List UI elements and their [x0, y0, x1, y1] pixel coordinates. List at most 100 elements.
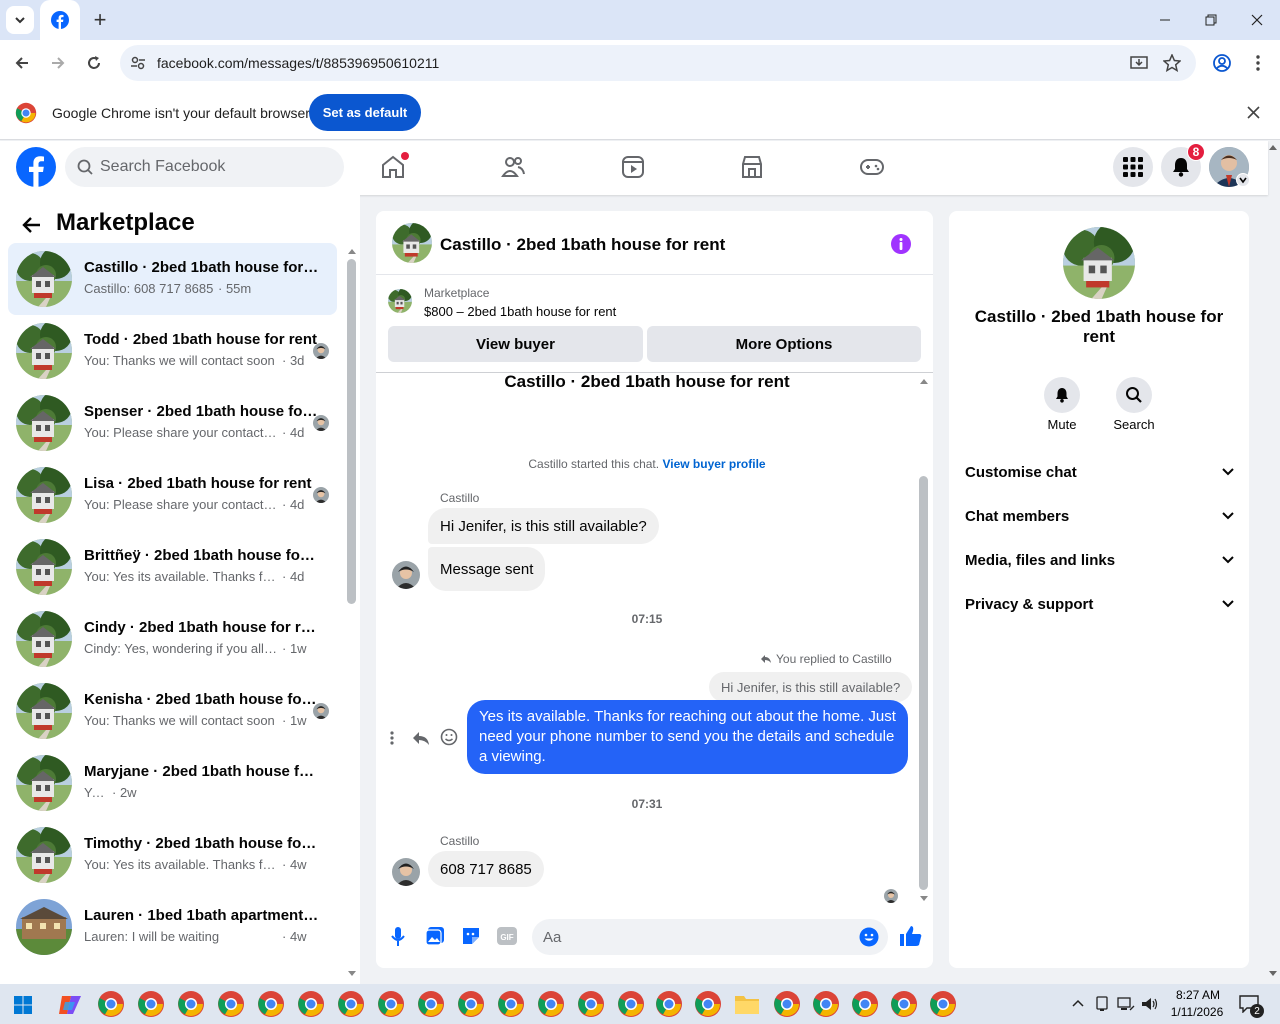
message-bubble[interactable]: Hi Jenifer, is this still available?	[428, 508, 659, 544]
chrome-taskbar-icon[interactable]	[890, 990, 918, 1018]
back-button[interactable]	[9, 50, 35, 76]
file-explorer-icon[interactable]	[734, 992, 760, 1016]
view-buyer-profile-link[interactable]: View buyer profile	[662, 457, 765, 471]
message-more-icon[interactable]	[388, 730, 396, 746]
chrome-taskbar-icon[interactable]	[537, 990, 565, 1018]
chrome-taskbar-icon[interactable]	[617, 990, 645, 1018]
chrome-taskbar-icon[interactable]	[577, 990, 605, 1018]
set-as-default-button[interactable]: Set as default	[309, 94, 421, 131]
friends-nav-icon[interactable]	[495, 151, 531, 183]
conversation-item[interactable]: Cindy · 2bed 1bath house for rent Cindy: …	[8, 603, 337, 675]
like-thumb-icon[interactable]	[899, 924, 923, 948]
page-scroll-up-icon[interactable]	[1268, 143, 1278, 151]
chat-scroll-down-icon[interactable]	[919, 895, 929, 903]
site-settings-icon[interactable]	[130, 55, 146, 71]
view-buyer-button[interactable]: View buyer	[388, 326, 643, 362]
video-nav-icon[interactable]	[615, 151, 651, 183]
sticker-icon[interactable]	[461, 926, 481, 946]
conversation-item[interactable]: Kenisha · 2bed 1bath house for rent You: …	[8, 675, 337, 747]
facebook-search-input[interactable]: Search Facebook	[65, 147, 344, 187]
page-scroll-down-icon[interactable]	[1268, 970, 1278, 978]
chat-title[interactable]: Castillo · 2bed 1bath house for rent	[440, 235, 725, 255]
customise-chat-section[interactable]: Customise chat	[965, 464, 1235, 488]
chrome-taskbar-icon[interactable]	[257, 990, 285, 1018]
message-bubble[interactable]: 608 717 8685	[428, 851, 544, 887]
new-tab-button[interactable]: +	[88, 7, 112, 32]
bookmark-star-icon[interactable]	[1163, 54, 1181, 72]
device-icon[interactable]	[1095, 996, 1109, 1012]
chrome-taskbar-icon[interactable]	[297, 990, 325, 1018]
clock-time[interactable]: 8:27 AM	[1170, 988, 1226, 1002]
windows-start-icon[interactable]	[14, 996, 32, 1014]
emoji-icon[interactable]	[859, 927, 879, 947]
listing-title[interactable]: $800 – 2bed 1bath house for rent	[424, 304, 616, 319]
chrome-taskbar-icon[interactable]	[773, 990, 801, 1018]
minimize-button[interactable]	[1142, 0, 1188, 40]
profile-icon[interactable]	[1209, 50, 1235, 76]
photo-icon[interactable]	[425, 926, 445, 946]
chat-scroll-up-icon[interactable]	[919, 377, 929, 385]
tab-facebook[interactable]	[40, 0, 80, 40]
quoted-message[interactable]: Hi Jenifer, is this still available?	[709, 672, 913, 702]
network-icon[interactable]	[1117, 996, 1135, 1012]
info-icon[interactable]	[890, 233, 912, 255]
close-infobar-icon[interactable]	[1247, 106, 1260, 119]
message-bubble[interactable]: Message sent	[428, 547, 546, 591]
address-bar[interactable]: facebook.com/messages/t/885396950610211	[120, 45, 1196, 81]
copilot-icon[interactable]	[57, 992, 83, 1018]
menu-grid-button[interactable]	[1113, 147, 1153, 187]
chrome-menu-icon[interactable]	[1245, 50, 1271, 76]
chrome-taskbar-icon[interactable]	[137, 990, 165, 1018]
gif-icon[interactable]: GIF	[497, 927, 517, 945]
mute-button[interactable]	[1044, 377, 1080, 413]
chrome-taskbar-icon[interactable]	[694, 990, 722, 1018]
listing-thumbnail[interactable]	[388, 289, 412, 313]
marketplace-nav-icon[interactable]	[734, 151, 770, 183]
chat-scrollbar[interactable]	[919, 476, 928, 890]
reload-button[interactable]	[81, 50, 107, 76]
account-chevron-icon[interactable]	[1236, 173, 1250, 187]
react-emoji-icon[interactable]	[440, 728, 458, 746]
clock-date[interactable]: 1/11/2026	[1166, 1005, 1228, 1019]
back-arrow-icon[interactable]	[22, 215, 42, 235]
conversation-item[interactable]: Timothy · 2bed 1bath house for rent You: …	[8, 819, 337, 891]
chrome-taskbar-icon[interactable]	[812, 990, 840, 1018]
chrome-taskbar-icon[interactable]	[337, 990, 365, 1018]
forward-button[interactable]	[45, 50, 71, 76]
conversation-item[interactable]: Brittñeÿ · 2bed 1bath house for rent You:…	[8, 531, 337, 603]
chrome-taskbar-icon[interactable]	[929, 990, 957, 1018]
sender-avatar[interactable]	[392, 858, 420, 886]
tab-search-dropdown-icon[interactable]	[6, 6, 34, 34]
more-options-button[interactable]: More Options	[647, 326, 921, 362]
reply-icon[interactable]	[412, 729, 430, 747]
search-conversation-button[interactable]	[1116, 377, 1152, 413]
chrome-taskbar-icon[interactable]	[217, 990, 245, 1018]
gaming-nav-icon[interactable]	[854, 151, 890, 183]
details-avatar[interactable]	[1063, 227, 1135, 299]
scroll-up-icon[interactable]	[347, 247, 357, 255]
microphone-icon[interactable]	[389, 926, 407, 948]
chrome-taskbar-icon[interactable]	[497, 990, 525, 1018]
conversation-item[interactable]: Lauren · 1bed 1bath apartment for rent La…	[8, 891, 337, 963]
conversation-item[interactable]: Maryjane · 2bed 1bath house for rent You:…	[8, 747, 337, 819]
message-input[interactable]: Aa	[532, 919, 888, 955]
scroll-down-icon[interactable]	[347, 970, 357, 978]
show-hidden-icons[interactable]	[1072, 998, 1084, 1008]
conversation-item[interactable]: Spenser · 2bed 1bath house for rent You: …	[8, 387, 337, 459]
home-nav-icon[interactable]	[375, 151, 411, 183]
conversation-item[interactable]: Todd · 2bed 1bath house for rent You: Tha…	[8, 315, 337, 387]
conversation-item[interactable]: Castillo · 2bed 1bath house for rent Cast…	[8, 243, 337, 315]
chat-avatar[interactable]	[392, 223, 432, 263]
conversation-item[interactable]: Lisa · 2bed 1bath house for rent You: Ple…	[8, 459, 337, 531]
chrome-taskbar-icon[interactable]	[177, 990, 205, 1018]
facebook-logo-icon[interactable]	[16, 147, 56, 187]
chrome-taskbar-icon[interactable]	[851, 990, 879, 1018]
sender-avatar[interactable]	[392, 561, 420, 589]
privacy-support-section[interactable]: Privacy & support	[965, 596, 1235, 620]
chat-members-section[interactable]: Chat members	[965, 508, 1235, 532]
chrome-taskbar-icon[interactable]	[417, 990, 445, 1018]
chrome-taskbar-icon[interactable]	[97, 990, 125, 1018]
chrome-taskbar-icon[interactable]	[457, 990, 485, 1018]
chrome-taskbar-icon[interactable]	[377, 990, 405, 1018]
sidebar-scrollbar[interactable]	[347, 259, 356, 604]
